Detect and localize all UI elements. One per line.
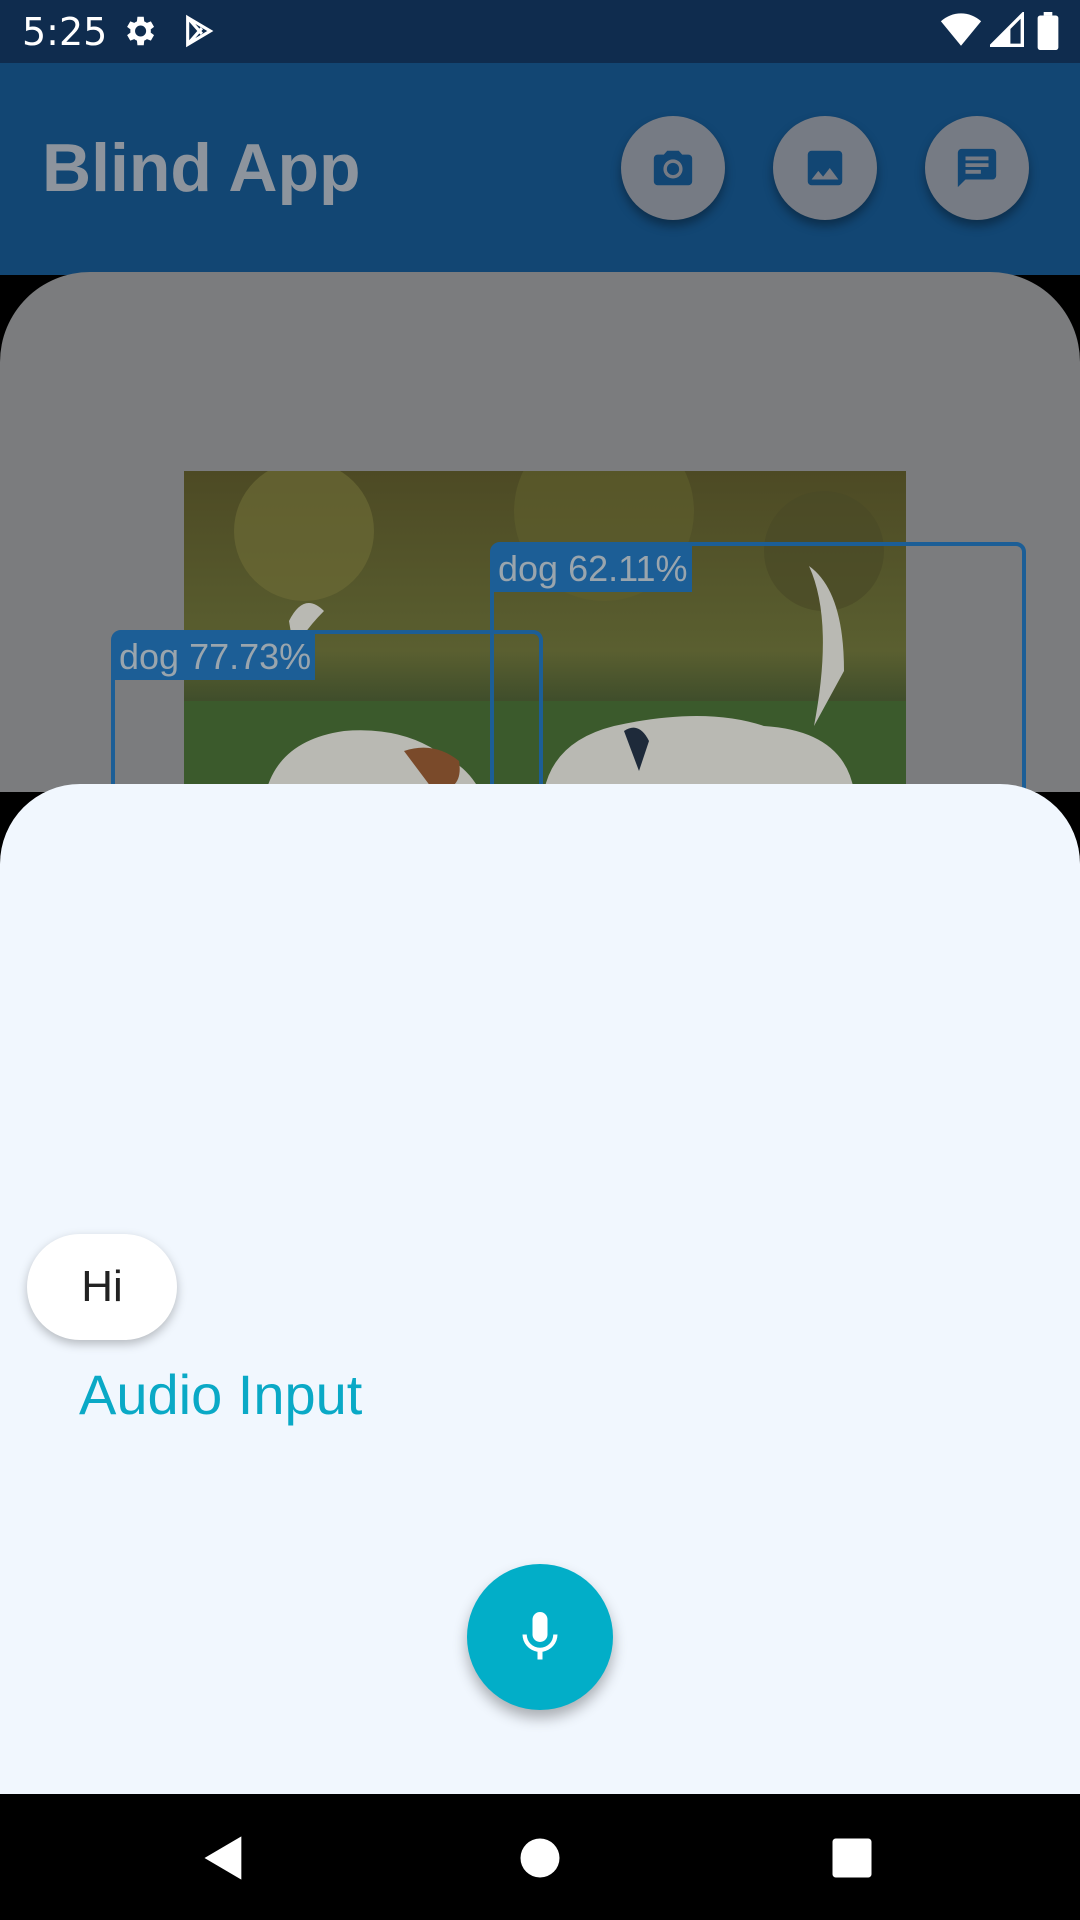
home-icon[interactable]	[514, 1832, 566, 1884]
recents-icon[interactable]	[826, 1832, 878, 1884]
audio-input-label: Audio Input	[79, 1363, 363, 1426]
chat-icon	[957, 148, 997, 188]
back-icon[interactable]	[198, 1832, 250, 1884]
status-bar: 5:25	[0, 0, 1080, 63]
content-area: dog 77.73% dog 62.11%	[0, 272, 1080, 792]
wifi-icon	[940, 13, 982, 46]
mic-button[interactable]	[467, 1564, 613, 1710]
status-time: 5:25	[22, 10, 108, 54]
battery-icon	[1037, 12, 1059, 50]
signal-icon	[990, 12, 1024, 47]
recognized-text-chip: Hi	[27, 1234, 177, 1340]
gear-icon	[127, 16, 155, 46]
detection-label: dog 62.11%	[494, 546, 692, 592]
play-store-icon	[186, 14, 214, 48]
detection-label: dog 77.73%	[115, 634, 316, 680]
app-bar: Blind App	[0, 63, 1080, 275]
camera-button[interactable]	[621, 116, 725, 220]
navigation-bar	[0, 1794, 1080, 1920]
app-title: Blind App	[42, 130, 361, 206]
camera-icon	[653, 150, 693, 186]
gallery-button[interactable]	[773, 116, 877, 220]
image-icon	[807, 150, 843, 186]
chat-button[interactable]	[925, 116, 1029, 220]
audio-input-sheet: Hi Audio Input	[0, 784, 1080, 1794]
mic-icon	[522, 1612, 558, 1660]
detection-box: dog 77.73%	[111, 630, 543, 792]
detection-box: dog 62.11%	[490, 542, 1026, 792]
